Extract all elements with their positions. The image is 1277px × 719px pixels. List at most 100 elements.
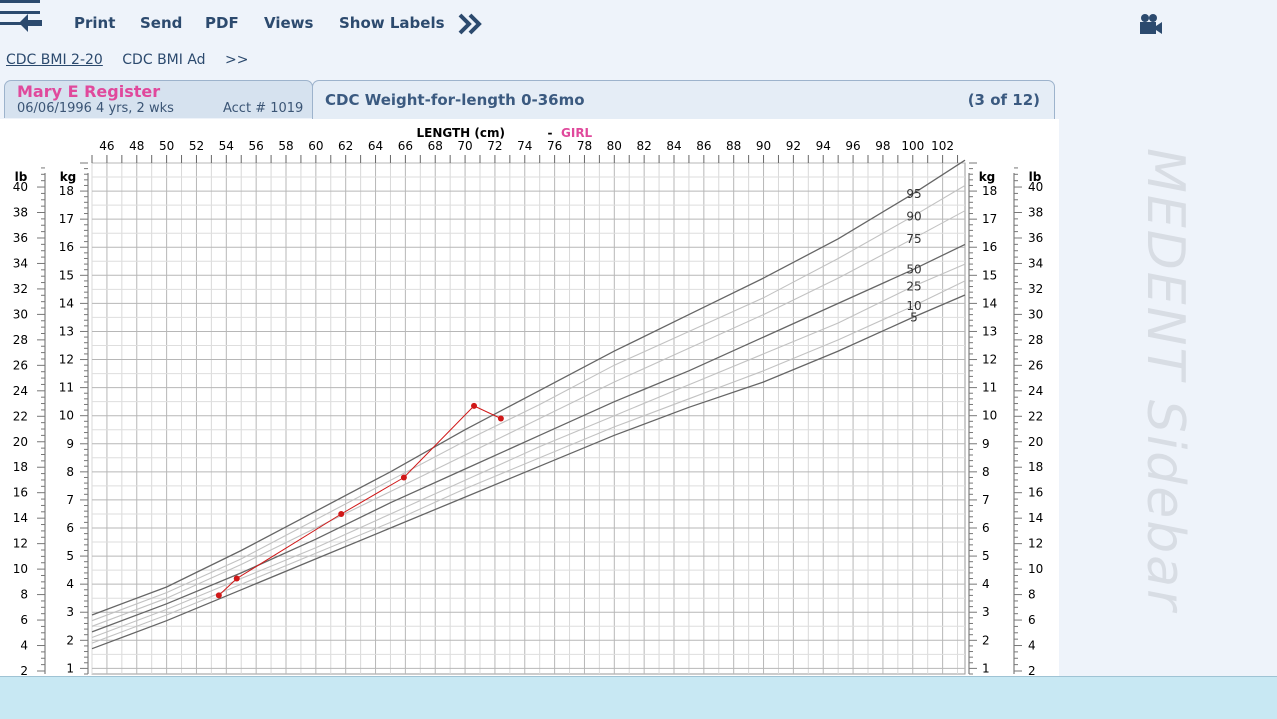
- x-tick-label: 98: [875, 139, 890, 153]
- lb-tick-label-left: 38: [13, 206, 28, 220]
- x-tick-label: 58: [278, 139, 293, 153]
- lb-tick-label-left: 32: [13, 282, 28, 296]
- sex-label: GIRL: [561, 126, 593, 140]
- sidebar-watermark: MEDENT Sidebar: [1135, 148, 1195, 613]
- percentile-label-5: 5: [910, 310, 918, 324]
- kg-tick-label-right: 15: [982, 268, 997, 282]
- x-tick-label: 92: [786, 139, 801, 153]
- patient-measurement-line: [218, 405, 502, 596]
- x-axis-label-separator: -: [548, 126, 553, 140]
- x-tick-label: 102: [931, 139, 954, 153]
- patient-measurement-point[interactable]: [471, 402, 478, 409]
- x-tick-label: 62: [338, 139, 353, 153]
- kg-tick-label-right: 16: [982, 240, 997, 254]
- lb-tick-label-right: 28: [1028, 333, 1043, 347]
- percentile-curve-25: [91, 263, 966, 639]
- percentile-curve-10: [91, 280, 966, 644]
- video-camera-icon: [1140, 14, 1162, 34]
- patient-measurement-point[interactable]: [215, 592, 222, 599]
- lb-tick-label-left: 20: [13, 435, 28, 449]
- kg-tick-label-left: 7: [66, 493, 74, 507]
- lb-tick-label-right: 10: [1028, 562, 1043, 576]
- toolbar: Print Send PDF Views Show Labels: [0, 0, 1277, 50]
- lb-tick-label-left: 16: [13, 486, 28, 500]
- kg-tick-label-right: 2: [982, 633, 990, 647]
- x-tick-label: 50: [159, 139, 174, 153]
- lb-tick-label-right: 12: [1028, 537, 1043, 551]
- patient-measurement-point[interactable]: [338, 510, 345, 517]
- lb-tick-label-left: 4: [20, 639, 28, 653]
- chart-tab-count: (3 of 12): [967, 91, 1040, 109]
- chart-tab[interactable]: CDC Weight-for-length 0-36mo (3 of 12): [312, 80, 1055, 120]
- x-tick-label: 72: [487, 139, 502, 153]
- percentile-label-75: 75: [906, 232, 921, 246]
- kg-tick-label-right: 6: [982, 521, 990, 535]
- patient-measurement-point[interactable]: [233, 575, 240, 582]
- x-tick-label: 54: [219, 139, 234, 153]
- kg-tick-label-left: 18: [59, 184, 74, 198]
- patient-measurement-point[interactable]: [497, 415, 504, 422]
- subtab-more[interactable]: >>: [225, 52, 248, 68]
- lb-tick-label-left: 36: [13, 231, 28, 245]
- hamburger-menu-icon: [0, 0, 40, 3]
- lb-tick-label-right: 30: [1028, 307, 1043, 321]
- kg-tick-label-right: 7: [982, 493, 990, 507]
- x-tick-label: 94: [816, 139, 831, 153]
- percentile-curve-50: [91, 243, 966, 633]
- more-button[interactable]: [458, 12, 482, 40]
- lb-tick-label-right: 16: [1028, 486, 1043, 500]
- percentile-label-95: 95: [906, 187, 921, 201]
- x-tick-label: 76: [547, 139, 562, 153]
- lb-tick-label-right: 26: [1028, 358, 1043, 372]
- camera-button[interactable]: [1138, 12, 1164, 42]
- kg-tick-label-right: 8: [982, 465, 990, 479]
- kg-tick-label-right: 4: [982, 577, 990, 591]
- x-tick-label: 56: [249, 139, 264, 153]
- kg-tick-label-left: 14: [59, 296, 74, 310]
- right-kg-unit: kg: [979, 170, 996, 184]
- lb-tick-label-left: 6: [20, 613, 28, 627]
- kg-tick-label-right: 10: [982, 409, 997, 423]
- lb-tick-label-right: 34: [1028, 256, 1043, 270]
- kg-tick-label-right: 9: [982, 437, 990, 451]
- lb-tick-label-left: 28: [13, 333, 28, 347]
- percentile-label-50: 50: [906, 263, 921, 277]
- kg-tick-label-left: 2: [66, 633, 74, 647]
- back-arrow-icon: [19, 14, 42, 32]
- send-button[interactable]: Send: [140, 14, 182, 32]
- kg-tick-label-left: 8: [66, 465, 74, 479]
- lb-tick-label-left: 8: [20, 588, 28, 602]
- print-button[interactable]: Print: [74, 14, 115, 32]
- patient-tab[interactable]: Mary E Register 06/06/1996 4 yrs, 2 wks …: [4, 80, 313, 118]
- lb-tick-label-left: 34: [13, 256, 28, 270]
- kg-tick-label-right: 18: [982, 184, 997, 198]
- lb-tick-label-left: 24: [13, 384, 28, 398]
- growth-chart: 9590755025105 46 48 50 52 54 56 58 60 62 64 66 68 70…: [13, 126, 1044, 678]
- kg-tick-label-left: 1: [66, 661, 74, 675]
- kg-tick-label-right: 3: [982, 605, 990, 619]
- lb-tick-label-right: 4: [1028, 639, 1036, 653]
- lb-tick-label-left: 14: [13, 511, 28, 525]
- subtab-cdc-bmi-ad[interactable]: CDC BMI Ad: [122, 52, 205, 68]
- patient-measurement-point[interactable]: [400, 474, 407, 481]
- kg-tick-label-right: 13: [982, 324, 997, 338]
- back-button[interactable]: [18, 12, 44, 38]
- x-tick-label: 88: [726, 139, 741, 153]
- right-lb-unit: lb: [1029, 170, 1042, 184]
- x-tick-label: 68: [428, 139, 443, 153]
- lb-tick-label-right: 8: [1028, 588, 1036, 602]
- kg-tick-label-right: 11: [982, 381, 997, 395]
- percentile-label-25: 25: [906, 280, 921, 294]
- kg-tick-label-left: 9: [66, 437, 74, 451]
- subtab-cdc-bmi-2-20[interactable]: CDC BMI 2-20: [6, 52, 103, 68]
- views-button[interactable]: Views: [264, 14, 313, 32]
- x-tick-label: 66: [398, 139, 413, 153]
- kg-tick-label-left: 3: [66, 605, 74, 619]
- x-tick-label: 74: [517, 139, 532, 153]
- lb-tick-label-left: 10: [13, 562, 28, 576]
- lb-tick-label-left: 18: [13, 460, 28, 474]
- pdf-button[interactable]: PDF: [205, 14, 239, 32]
- double-chevron-right-icon: [458, 13, 482, 35]
- percentile-curve-75: [91, 210, 966, 627]
- show-labels-button[interactable]: Show Labels: [339, 14, 445, 32]
